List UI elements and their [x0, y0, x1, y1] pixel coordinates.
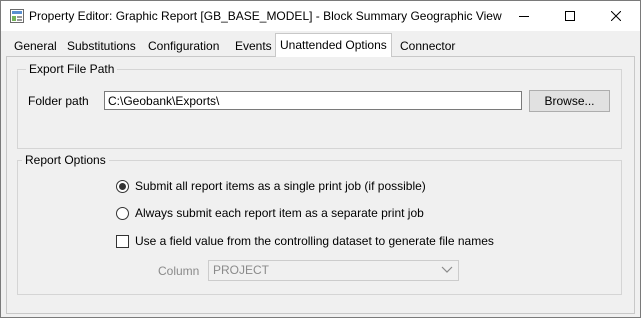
- separate-print-job-radio[interactable]: [116, 207, 129, 220]
- column-label: Column: [158, 264, 200, 278]
- title-bar: Property Editor: Graphic Report [GB_BASE…: [1, 1, 640, 31]
- field-filename-checkbox[interactable]: [116, 235, 129, 248]
- field-filename-label[interactable]: Use a field value from the controlling d…: [135, 234, 494, 248]
- export-file-path-legend: Export File Path: [26, 62, 118, 76]
- report-options-group: Report Options Submit all report items a…: [17, 153, 622, 295]
- tab-substitutions[interactable]: Substitutions: [63, 36, 140, 56]
- minimize-icon: [519, 16, 529, 17]
- tab-events[interactable]: Events: [231, 36, 276, 56]
- separate-print-job-label[interactable]: Always submit each report item as a sepa…: [135, 206, 424, 220]
- maximize-button[interactable]: [547, 1, 593, 31]
- window-title: Property Editor: Graphic Report [GB_BASE…: [29, 9, 502, 23]
- tab-unattended-options[interactable]: Unattended Options: [275, 33, 392, 57]
- property-editor-window: Property Editor: Graphic Report [GB_BASE…: [0, 0, 641, 318]
- export-file-path-group: Export File Path Folder path C:\Geobank\…: [17, 62, 622, 149]
- column-select-value: PROJECT: [213, 263, 270, 277]
- browse-button[interactable]: Browse...: [529, 90, 610, 112]
- column-select[interactable]: PROJECT: [208, 260, 459, 281]
- report-options-legend: Report Options: [22, 153, 109, 167]
- tab-panel-unattended-options: Export File Path Folder path C:\Geobank\…: [6, 56, 635, 314]
- chevron-down-icon: [441, 266, 453, 273]
- minimize-button[interactable]: [501, 1, 547, 31]
- tab-general[interactable]: General: [10, 36, 61, 56]
- report-app-icon: [10, 9, 24, 23]
- maximize-icon: [565, 11, 575, 21]
- folder-path-input[interactable]: C:\Geobank\Exports\: [104, 91, 522, 110]
- single-print-job-label[interactable]: Submit all report items as a single prin…: [135, 179, 426, 193]
- close-button[interactable]: [593, 1, 639, 31]
- close-icon: [611, 11, 621, 21]
- tab-configuration[interactable]: Configuration: [144, 36, 223, 56]
- tab-connector[interactable]: Connector: [396, 36, 459, 56]
- folder-path-label: Folder path: [28, 94, 89, 108]
- single-print-job-radio[interactable]: [116, 180, 129, 193]
- tab-strip: General Substitutions Configuration Even…: [1, 31, 640, 57]
